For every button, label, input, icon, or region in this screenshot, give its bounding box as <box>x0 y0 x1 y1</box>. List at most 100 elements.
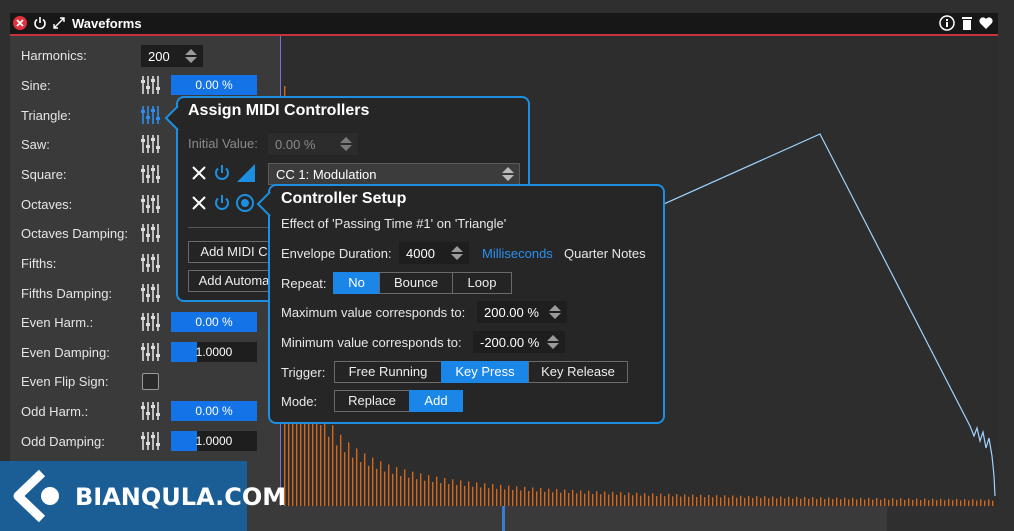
harmonic-bar <box>680 496 682 506</box>
octaves-label: Octaves: <box>21 197 73 212</box>
mixer-sliders-icon[interactable] <box>140 105 162 125</box>
mixer-sliders-icon[interactable] <box>140 312 162 332</box>
trigger-key-release-button[interactable]: Key Release <box>528 361 628 383</box>
mixer-sliders-icon[interactable] <box>140 342 162 362</box>
harmonic-bar <box>972 499 974 506</box>
harmonic-bar <box>404 469 406 506</box>
harmonic-bar <box>684 494 686 506</box>
harmonic-bar <box>548 488 550 506</box>
mode-replace-button[interactable]: Replace <box>334 390 410 412</box>
fifths-label: Fifths: <box>21 256 57 271</box>
harmonic-bar <box>396 467 398 506</box>
add-automation-button[interactable]: Add Automa <box>188 270 280 292</box>
harmonics-stepper[interactable]: 200 <box>141 45 203 67</box>
harmonic-bar <box>504 489 506 506</box>
mixer-sliders-icon[interactable] <box>140 75 162 95</box>
harmonic-bar <box>828 497 830 506</box>
power-icon[interactable] <box>213 164 231 182</box>
harmonic-bar <box>324 412 326 506</box>
add-midi-button[interactable]: Add MIDI C <box>188 241 280 263</box>
harmonic-bar <box>876 498 878 506</box>
harmonic-bar <box>352 457 354 506</box>
odd-damping-value-bar[interactable]: 1.0000 <box>171 431 257 451</box>
harmonic-bar <box>444 478 446 506</box>
even-flip-checkbox[interactable] <box>142 373 159 390</box>
trigger-free-running-button[interactable]: Free Running <box>334 361 442 383</box>
harmonic-bar <box>640 495 642 506</box>
stepper-arrows-icon[interactable] <box>184 48 198 64</box>
harmonic-bar <box>564 489 566 506</box>
max-value-stepper[interactable]: 200.00 % <box>477 301 567 323</box>
harmonic-bar <box>856 499 858 506</box>
mixer-sliders-icon[interactable] <box>140 283 162 303</box>
harmonic-bar <box>888 499 890 506</box>
harmonic-bar <box>540 488 542 506</box>
repeat-no-button[interactable]: No <box>333 272 380 294</box>
info-icon[interactable] <box>939 15 955 31</box>
initial-value: 0.00 % <box>275 137 316 152</box>
harmonic-bar <box>956 498 958 506</box>
harmonic-bar <box>612 491 614 506</box>
trigger-key-press-button[interactable]: Key Press <box>441 361 529 383</box>
odd-harm-value-bar[interactable]: 0.00 % <box>171 401 257 421</box>
stepper-arrows-icon[interactable] <box>339 136 353 152</box>
repeat-label: Repeat: <box>281 276 327 291</box>
stepper-arrows-icon[interactable] <box>546 334 560 350</box>
harmonic-bar <box>508 485 510 506</box>
harmonic-bar <box>816 498 818 506</box>
min-value-stepper[interactable]: -200.00 % <box>473 331 565 353</box>
remove-icon[interactable] <box>191 165 207 181</box>
even-harm-label: Even Harm.: <box>21 315 94 330</box>
repeat-bounce-button[interactable]: Bounce <box>379 272 453 294</box>
mixer-sliders-icon[interactable] <box>140 164 162 184</box>
stepper-arrows-icon[interactable] <box>548 304 562 320</box>
harmonic-bar <box>992 500 994 506</box>
power-icon[interactable] <box>213 194 231 212</box>
mixer-sliders-icon[interactable] <box>140 194 162 214</box>
trash-icon[interactable] <box>959 15 975 31</box>
harmonic-bar <box>752 497 754 506</box>
mixer-sliders-icon[interactable] <box>140 253 162 273</box>
harmonic-bar <box>488 488 490 506</box>
harmonic-bar <box>552 492 554 506</box>
clock-icon[interactable] <box>235 193 255 213</box>
harmonic-bar <box>804 496 806 506</box>
harmonic-bar <box>344 452 346 506</box>
scroll-marker[interactable] <box>502 506 505 531</box>
harmonic-bar <box>660 493 662 506</box>
mixer-sliders-icon[interactable] <box>140 431 162 451</box>
repeat-loop-button[interactable]: Loop <box>452 272 512 294</box>
harmonic-bar <box>984 500 986 506</box>
unit-quarter-notes[interactable]: Quarter Notes <box>564 246 646 261</box>
odd-harm-value: 0.00 % <box>195 404 233 418</box>
mixer-sliders-icon[interactable] <box>140 223 162 243</box>
mixer-sliders-icon[interactable] <box>140 134 162 154</box>
harmonic-bar <box>656 495 658 506</box>
ramp-curve-icon[interactable] <box>236 163 256 183</box>
power-icon[interactable] <box>32 15 48 31</box>
dropdown-arrows-icon <box>502 167 514 181</box>
even-harm-value-bar[interactable]: 0.00 % <box>171 312 257 332</box>
unit-milliseconds[interactable]: Milliseconds <box>482 246 553 261</box>
close-icon[interactable] <box>12 15 28 31</box>
harmonic-bar <box>432 481 434 506</box>
expand-icon[interactable] <box>51 15 67 31</box>
envelope-duration-stepper[interactable]: 4000 <box>399 242 469 264</box>
scroll-strip[interactable] <box>247 506 887 531</box>
mixer-sliders-icon[interactable] <box>140 401 162 421</box>
harmonic-bar <box>664 496 666 506</box>
initial-value-stepper[interactable]: 0.00 % <box>268 133 358 155</box>
harmonic-bar <box>672 496 674 506</box>
min-value-label: Minimum value corresponds to: <box>281 335 462 350</box>
sine-value-bar[interactable]: 0.00 % <box>171 75 257 95</box>
stepper-arrows-icon[interactable] <box>450 245 464 261</box>
min-value: -200.00 % <box>480 335 540 350</box>
controller-dropdown[interactable]: CC 1: Modulation <box>268 163 520 185</box>
harmonic-bar <box>688 496 690 506</box>
mode-add-button[interactable]: Add <box>409 390 463 412</box>
heart-icon[interactable] <box>978 15 994 31</box>
even-damping-value-bar[interactable]: 1.0000 <box>171 342 257 362</box>
remove-icon[interactable] <box>191 195 207 211</box>
harmonic-bar <box>760 498 762 506</box>
harmonic-bar <box>732 495 734 506</box>
